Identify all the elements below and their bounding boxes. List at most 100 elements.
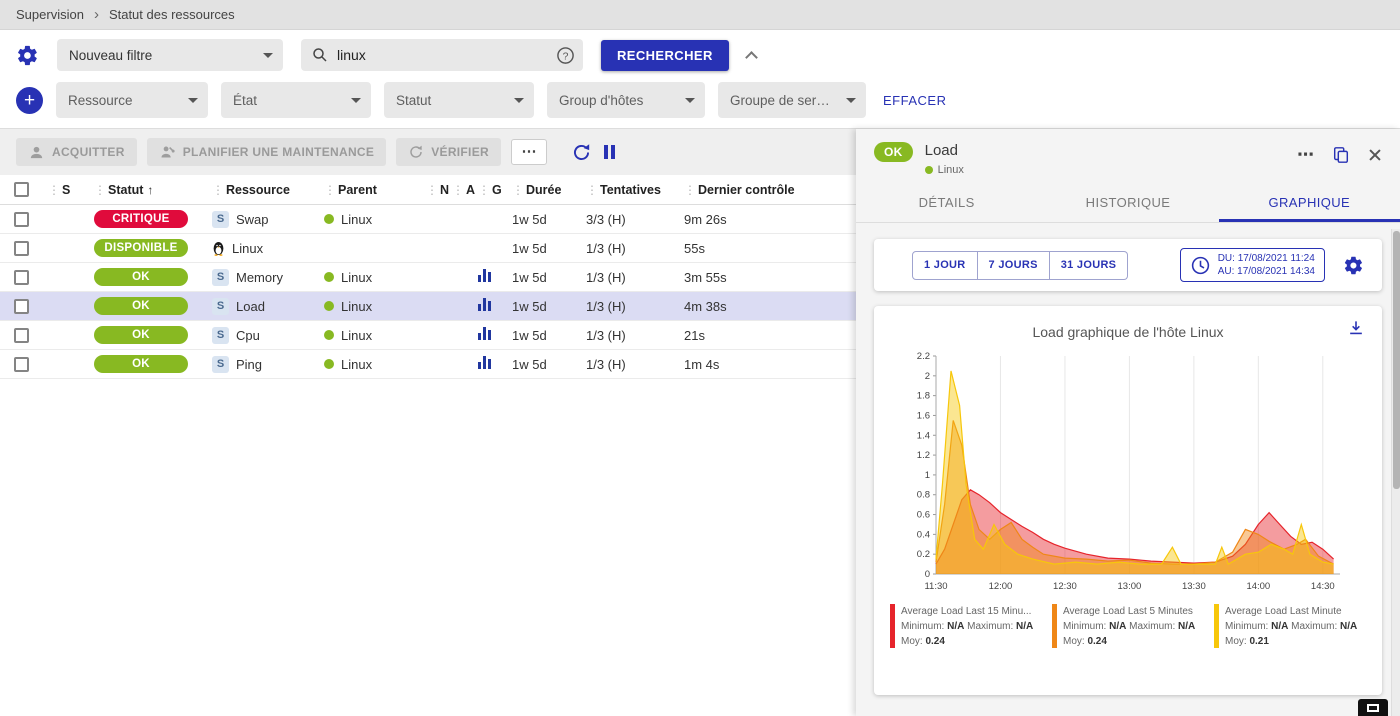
service-type-chip: S — [212, 327, 229, 344]
select-all-checkbox[interactable] — [14, 182, 29, 197]
col-header-resource[interactable]: ⋮Ressource — [212, 183, 324, 197]
parent-name: Linux — [341, 212, 372, 227]
load-chart[interactable]: 11:3012:0012:3013:0013:3014:0014:3000.20… — [902, 346, 1354, 598]
add-criteria-button[interactable]: + — [16, 87, 43, 114]
search-box: ? — [301, 39, 583, 71]
filter-bar-primary: Nouveau filtre ? RECHERCHER — [0, 30, 1400, 72]
drag-handle-icon: ⋮ — [452, 183, 464, 197]
legend-color-bar — [890, 604, 895, 648]
service-type-chip: S — [212, 298, 229, 315]
resource-name: Load — [236, 299, 265, 314]
status-badge: OK — [94, 297, 188, 315]
svg-text:14:00: 14:00 — [1246, 581, 1270, 592]
export-download-icon[interactable] — [1346, 318, 1366, 338]
acknowledge-button[interactable]: ACQUITTER — [16, 138, 137, 166]
graph-chart-icon[interactable] — [478, 356, 491, 369]
range-31-days-button[interactable]: 31 JOURS — [1050, 251, 1129, 280]
scrollbar-thumb[interactable] — [1393, 231, 1400, 489]
close-panel-icon[interactable] — [1368, 148, 1382, 162]
search-input[interactable] — [337, 47, 548, 63]
clear-filters-button[interactable]: EFFACER — [883, 93, 946, 108]
range-1-day-button[interactable]: 1 JOUR — [912, 251, 978, 280]
criteria-select-groupe-services[interactable]: Groupe de ser… — [718, 82, 866, 118]
acknowledge-label: ACQUITTER — [52, 145, 125, 159]
collapse-filters-chevron-icon[interactable] — [745, 51, 758, 64]
maintenance-icon — [159, 144, 176, 161]
saved-filter-select[interactable]: Nouveau filtre — [57, 39, 283, 71]
breadcrumb-chevron-icon: › — [94, 6, 99, 23]
screen-overlay-indicator-icon — [1358, 699, 1388, 716]
panel-more-icon[interactable]: ⋯ — [1297, 150, 1314, 160]
check-button[interactable]: VÉRIFIER — [396, 138, 501, 166]
col-header-state[interactable]: ⋮S — [48, 183, 94, 197]
row-checkbox[interactable] — [14, 357, 29, 372]
parent-status-dot — [324, 214, 334, 224]
search-button[interactable]: RECHERCHER — [601, 40, 729, 71]
col-header-g[interactable]: ⋮G — [478, 183, 512, 197]
row-checkbox[interactable] — [14, 299, 29, 314]
filter-settings-gear-icon[interactable] — [16, 44, 39, 67]
tries-value: 1/3 (H) — [586, 357, 684, 372]
col-header-duration[interactable]: ⋮Durée — [512, 183, 586, 197]
legend-item-load1[interactable]: Average Load Last Minute Minimum: N/A Ma… — [1214, 604, 1366, 649]
col-header-tries[interactable]: ⋮Tentatives — [586, 183, 684, 197]
panel-title: Load — [925, 142, 964, 159]
status-badge: DISPONIBLE — [94, 239, 188, 257]
row-checkbox[interactable] — [14, 328, 29, 343]
range-7-days-button[interactable]: 7 JOURS — [978, 251, 1050, 280]
parent-status-dot — [324, 301, 334, 311]
breadcrumb-current-page: Statut des ressources — [109, 7, 235, 22]
row-checkbox[interactable] — [14, 241, 29, 256]
legend-item-load15[interactable]: Average Load Last 15 Minu... Minimum: N/… — [890, 604, 1042, 649]
last-check-value: 3m 55s — [684, 270, 856, 285]
graph-chart-icon[interactable] — [478, 269, 491, 282]
svg-text:12:30: 12:30 — [1053, 581, 1077, 592]
criteria-select-groupe-hotes[interactable]: Group d'hôtes — [547, 82, 705, 118]
col-header-n[interactable]: ⋮N — [426, 183, 452, 197]
table-header-row: ⋮S ⋮Statut↑ ⋮Ressource ⋮Parent ⋮N ⋮A ⋮G … — [0, 175, 856, 205]
col-header-status[interactable]: ⋮Statut↑ — [94, 183, 212, 197]
resource-name: Memory — [236, 270, 283, 285]
row-checkbox[interactable] — [14, 212, 29, 227]
table-row[interactable]: OK SMemory Linux 1w 5d 1/3 (H) 3m 55s — [0, 263, 856, 292]
tab-details[interactable]: DÉTAILS — [856, 184, 1037, 222]
refresh-icon[interactable] — [571, 142, 592, 163]
status-badge: OK — [94, 268, 188, 286]
saved-filter-value: Nouveau filtre — [69, 48, 152, 63]
table-row[interactable]: OK SCpu Linux 1w 5d 1/3 (H) 21s — [0, 321, 856, 350]
graph-chart-icon[interactable] — [478, 327, 491, 340]
pause-autorefresh-icon[interactable] — [604, 145, 615, 159]
criteria-select-etat[interactable]: État — [221, 82, 371, 118]
row-checkbox[interactable] — [14, 270, 29, 285]
tab-historique[interactable]: HISTORIQUE — [1037, 184, 1218, 222]
svg-text:1.2: 1.2 — [917, 450, 930, 461]
search-help-icon[interactable]: ? — [556, 46, 575, 65]
table-row[interactable]: OK SPing Linux 1w 5d 1/3 (H) 1m 4s — [0, 350, 856, 379]
table-row-selected[interactable]: OK SLoad Linux 1w 5d 1/3 (H) 4m 38s — [0, 292, 856, 321]
table-row[interactable]: DISPONIBLE Linux 1w 5d 1/3 (H) 55s — [0, 234, 856, 263]
panel-scrollbar[interactable] — [1391, 229, 1400, 716]
criteria-select-ressource[interactable]: Ressource — [56, 82, 208, 118]
service-type-chip: S — [212, 211, 229, 228]
graph-settings-gear-icon[interactable] — [1343, 255, 1364, 276]
copy-link-icon[interactable] — [1332, 146, 1350, 164]
col-header-last-check[interactable]: ⋮Dernier contrôle — [684, 183, 856, 197]
duration-value: 1w 5d — [512, 241, 586, 256]
parent-name: Linux — [341, 299, 372, 314]
criteria-select-statut[interactable]: Statut — [384, 82, 534, 118]
col-header-a[interactable]: ⋮A — [452, 183, 478, 197]
set-maintenance-button[interactable]: PLANIFIER UNE MAINTENANCE — [147, 138, 387, 166]
custom-time-range-button[interactable]: DU: 17/08/2021 11:24 AU: 17/08/2021 14:3… — [1180, 248, 1325, 282]
more-actions-button[interactable]: ⋯ — [511, 139, 547, 165]
breadcrumb-supervision[interactable]: Supervision — [16, 7, 84, 22]
tab-graphique[interactable]: GRAPHIQUE — [1219, 184, 1400, 222]
drag-handle-icon: ⋮ — [212, 183, 224, 197]
svg-text:?: ? — [563, 51, 569, 62]
graph-chart-icon[interactable] — [478, 298, 491, 311]
chevron-down-icon — [263, 53, 273, 58]
drag-handle-icon: ⋮ — [94, 183, 106, 197]
table-row[interactable]: CRITIQUE SSwap Linux 1w 5d 3/3 (H) 9m 26… — [0, 205, 856, 234]
legend-item-load5[interactable]: Average Load Last 5 Minutes Minimum: N/A… — [1052, 604, 1204, 649]
chart-title: Load graphique de l'hôte Linux — [888, 324, 1368, 340]
col-header-parent[interactable]: ⋮Parent — [324, 183, 426, 197]
